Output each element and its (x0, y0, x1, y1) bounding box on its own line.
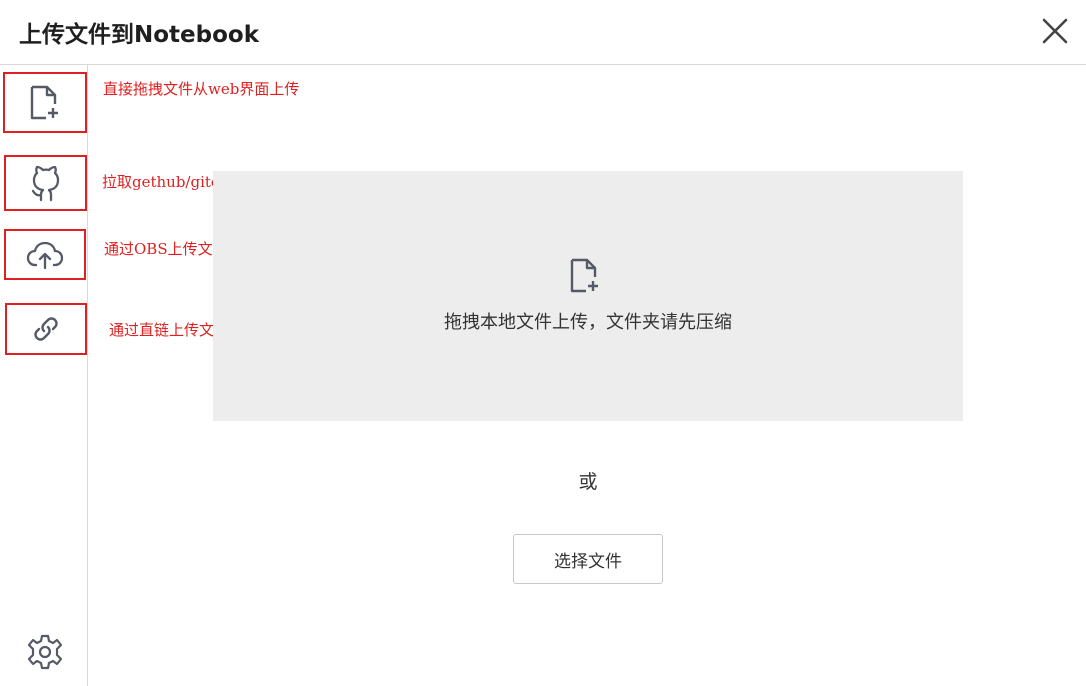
close-icon[interactable] (1040, 16, 1070, 46)
sidebar-item-local-upload[interactable] (3, 72, 87, 133)
file-add-icon (28, 84, 62, 122)
cloud-upload-icon (26, 240, 64, 270)
gear-icon[interactable] (26, 633, 64, 671)
dialog-header: 上传文件到Notebook (0, 0, 1086, 65)
dropzone-text: 拖拽本地文件上传，文件夹请先压缩 (444, 312, 732, 333)
sidebar-item-link[interactable] (5, 303, 87, 355)
upload-dropzone[interactable]: 拖拽本地文件上传，文件夹请先压缩 (213, 171, 963, 421)
annotation-obs: 通过OBS上传文件 (104, 240, 228, 258)
choose-file-button[interactable]: 选择文件 (513, 534, 663, 584)
sidebar-item-obs[interactable] (4, 229, 86, 280)
file-add-icon (568, 257, 602, 299)
sidebar-item-git[interactable] (4, 155, 87, 211)
link-icon (31, 314, 61, 344)
dialog-title: 上传文件到Notebook (19, 22, 260, 48)
github-icon (28, 164, 64, 202)
annotation-local-upload: 直接拖拽文件从web界面上传 (103, 80, 300, 98)
or-separator: 或 (578, 471, 598, 493)
annotation-link: 通过直链上传文件 (109, 321, 230, 339)
